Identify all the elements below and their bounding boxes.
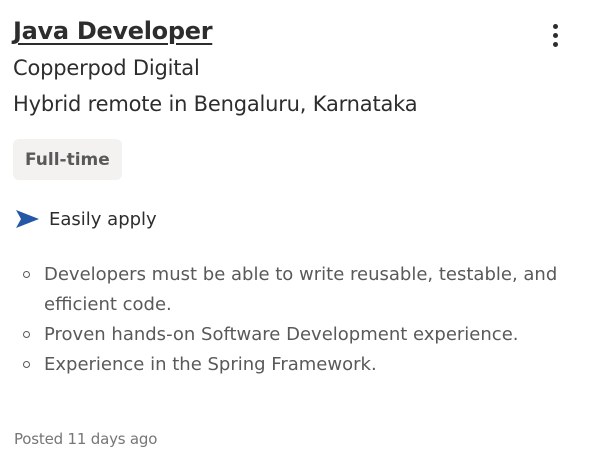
more-vertical-icon xyxy=(552,23,558,47)
job-type-badge: Full-time xyxy=(13,139,122,180)
easily-apply-label: Easily apply xyxy=(49,208,157,230)
company-name: Copperpod Digital xyxy=(13,56,200,80)
easily-apply-indicator: Easily apply xyxy=(15,206,157,232)
snippet-item: Developers must be able to write reusabl… xyxy=(22,260,562,320)
job-location: Hybrid remote in Bengaluru, Karnataka xyxy=(13,92,418,116)
more-options-button[interactable] xyxy=(538,16,572,54)
snippet-item: Proven hands-on Software Development exp… xyxy=(22,320,562,350)
snippet-item: Experience in the Spring Framework. xyxy=(22,350,562,380)
posted-date: Posted 11 days ago xyxy=(14,430,158,448)
send-arrow-icon xyxy=(15,209,40,229)
job-snippet-list: Developers must be able to write reusabl… xyxy=(22,260,562,380)
job-title-link[interactable]: Java Developer xyxy=(13,14,213,48)
